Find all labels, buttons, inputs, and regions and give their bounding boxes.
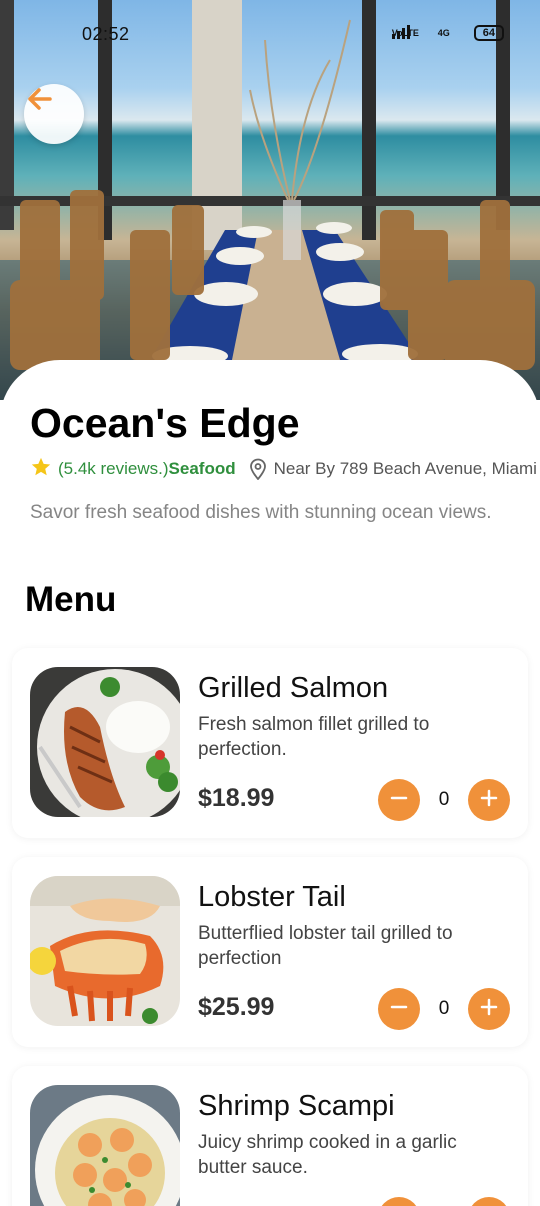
back-button[interactable] bbox=[24, 84, 84, 144]
menu-item-price: $25.99 bbox=[198, 993, 275, 1021]
minus-icon bbox=[389, 997, 409, 1022]
restaurant-description: Savor fresh seafood dishes with stunning… bbox=[30, 502, 492, 523]
review-count[interactable]: (5.4k reviews.) bbox=[58, 459, 169, 479]
star-icon bbox=[30, 456, 52, 482]
menu-item-name: Lobster Tail bbox=[198, 881, 346, 913]
menu-item-name: Grilled Salmon bbox=[198, 672, 389, 704]
menu-item-description: Fresh salmon fillet grilled to perfectio… bbox=[198, 714, 430, 760]
category-label: Seafood bbox=[168, 459, 236, 478]
menu-item-description: Juicy shrimp cooked in a garlic butter s… bbox=[198, 1132, 457, 1178]
quantity-value: 0 bbox=[438, 998, 450, 1019]
decrease-quantity-button[interactable] bbox=[378, 988, 420, 1030]
menu-item-card[interactable]: Lobster Tail Butterflied lobster tail gr… bbox=[12, 857, 528, 1047]
plus-icon bbox=[479, 788, 499, 813]
decrease-quantity-button[interactable] bbox=[378, 1197, 420, 1206]
network-label-4g: 4G bbox=[437, 28, 450, 38]
restaurant-name: Ocean's Edge bbox=[30, 400, 300, 446]
status-icons: VoLTE 4G 64 bbox=[391, 25, 504, 41]
restaurant-address: Near By 789 Beach Avenue, Miami bbox=[273, 459, 537, 478]
increase-quantity-button[interactable] bbox=[468, 1197, 510, 1206]
restaurant-meta: (5.4k reviews.) Seafood Near By 789 Beac… bbox=[30, 456, 540, 482]
menu-item-name: Shrimp Scampi bbox=[198, 1090, 395, 1122]
grilled-salmon-image bbox=[30, 667, 180, 817]
menu-item-card[interactable]: Shrimp Scampi Juicy shrimp cooked in a g… bbox=[12, 1066, 528, 1206]
menu-item-description: Butterflied lobster tail grilled to perf… bbox=[198, 923, 453, 969]
menu-item-card[interactable]: Grilled Salmon Fresh salmon fillet grill… bbox=[12, 648, 528, 838]
quantity-value: 0 bbox=[438, 789, 450, 810]
battery-icon: 64 bbox=[473, 25, 504, 41]
increase-quantity-button[interactable] bbox=[468, 779, 510, 821]
minus-icon bbox=[389, 788, 409, 813]
status-time: 02:52 bbox=[82, 24, 130, 44]
menu-heading: Menu bbox=[25, 580, 117, 619]
lobster-tail-image bbox=[30, 876, 180, 1026]
plus-icon bbox=[479, 997, 499, 1022]
shrimp-scampi-image bbox=[30, 1085, 180, 1206]
restaurant-hero-image: 02:52 VoLTE 4G 64 bbox=[0, 0, 540, 400]
menu-item-price: $18.99 bbox=[198, 784, 275, 812]
decrease-quantity-button[interactable] bbox=[378, 779, 420, 821]
increase-quantity-button[interactable] bbox=[468, 988, 510, 1030]
location-pin-icon bbox=[248, 458, 268, 480]
